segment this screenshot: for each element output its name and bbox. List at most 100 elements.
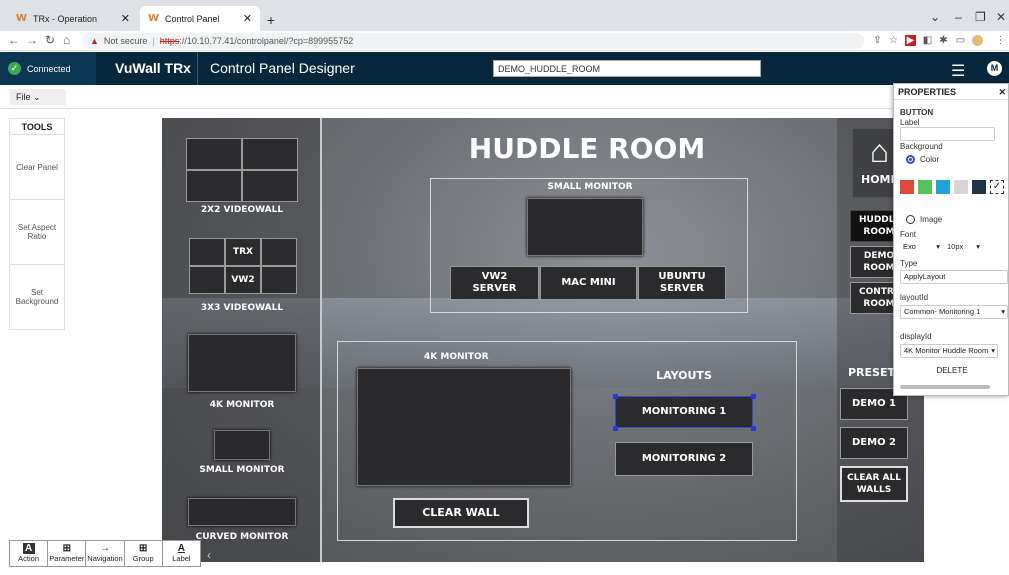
maximize-icon[interactable]: ❐ bbox=[975, 10, 986, 24]
url-field[interactable]: ▲ Not secure | https://10.10.77.41/contr… bbox=[82, 33, 864, 49]
forward-icon[interactable]: → bbox=[26, 33, 38, 47]
chevron-down-icon: ▾ bbox=[936, 242, 940, 251]
home-icon[interactable]: ⌂ bbox=[63, 33, 70, 47]
share-icon[interactable]: ⇪ bbox=[872, 35, 883, 46]
profile-icon[interactable] bbox=[972, 35, 983, 46]
add-group-button[interactable]: ⊞ Group bbox=[125, 541, 163, 566]
background-label: Background bbox=[900, 142, 943, 151]
source-vw2-server-button[interactable]: VW2 SERVER bbox=[450, 266, 539, 300]
pdf-extension-icon[interactable]: ▶ bbox=[905, 35, 916, 46]
color-option-label: Color bbox=[920, 155, 940, 164]
videowall-cell[interactable] bbox=[189, 266, 225, 294]
hamburger-menu-icon[interactable]: ☰ bbox=[951, 61, 965, 81]
color-radio[interactable] bbox=[906, 155, 915, 164]
tab-trx-operation[interactable]: W TRx - Operation ✕ bbox=[8, 6, 138, 31]
curved-monitor-widget[interactable] bbox=[188, 498, 296, 526]
font-label: Font bbox=[900, 230, 917, 239]
file-menu-button[interactable]: File ⌄ bbox=[10, 89, 66, 105]
custom-color-picker-icon[interactable]: ✓ bbox=[990, 180, 1004, 194]
extension-icon[interactable]: ◧ bbox=[922, 35, 933, 46]
font-size-select[interactable]: 10px ▾ bbox=[944, 241, 980, 255]
source-label: UBUNTU SERVER bbox=[658, 271, 706, 294]
sidebar-icon[interactable]: ▭ bbox=[955, 35, 966, 46]
back-icon[interactable]: ← bbox=[8, 33, 20, 47]
swatch-navy[interactable] bbox=[972, 180, 986, 194]
close-icon[interactable]: ✕ bbox=[998, 84, 1006, 100]
avatar[interactable]: M bbox=[987, 61, 1002, 76]
reload-icon[interactable]: ↻ bbox=[45, 33, 55, 47]
add-navigation-button[interactable]: → Navigation bbox=[86, 541, 125, 566]
set-aspect-ratio-button[interactable]: Set Aspect Ratio bbox=[10, 200, 64, 265]
collapse-arrow-icon[interactable]: ‹ bbox=[207, 548, 211, 562]
page-title: Control Panel Designer bbox=[210, 60, 355, 76]
type-input[interactable]: ApplyLayout bbox=[900, 270, 1008, 284]
resize-handle[interactable] bbox=[613, 426, 618, 431]
clear-panel-button[interactable]: Clear Panel bbox=[10, 135, 64, 200]
add-label-button[interactable]: A Label bbox=[163, 541, 200, 566]
close-tab-icon[interactable]: ✕ bbox=[243, 12, 252, 25]
swatch-gray[interactable] bbox=[954, 180, 968, 194]
preset-label: DEMO 1 bbox=[851, 398, 897, 409]
layoutid-value: Common- Monitoring 1 bbox=[904, 307, 981, 316]
monitor-4k-display[interactable] bbox=[357, 368, 571, 486]
font-family-value: Exo bbox=[903, 242, 916, 251]
displayid-label: displayId bbox=[900, 332, 932, 341]
source-mac-mini-button[interactable]: MAC MINI bbox=[540, 266, 637, 300]
chevron-down-icon: ▾ bbox=[1001, 307, 1005, 316]
videowall-cell[interactable] bbox=[189, 238, 225, 266]
url-path: ://10.10.77.41/controlpanel/?cp=89995575… bbox=[179, 36, 354, 46]
panel-scrollbar[interactable] bbox=[900, 385, 990, 389]
check-icon: ✓ bbox=[8, 62, 21, 75]
tab-search-icon[interactable]: ⌄ bbox=[930, 10, 940, 24]
resize-handle[interactable] bbox=[751, 394, 756, 399]
displayid-select[interactable]: 4K Monitor Huddle Room ▾ bbox=[900, 344, 998, 358]
puzzle-icon[interactable]: ✱ bbox=[938, 35, 949, 46]
close-tab-icon[interactable]: ✕ bbox=[121, 12, 130, 25]
font-family-select[interactable]: Exo ▾ bbox=[900, 241, 940, 255]
preset-label: CLEAR ALL WALLS bbox=[847, 473, 901, 495]
swatch-blue[interactable] bbox=[936, 180, 950, 194]
chevron-down-icon: ▾ bbox=[991, 346, 995, 355]
small-monitor-display[interactable] bbox=[527, 198, 643, 256]
videowall-cell[interactable] bbox=[186, 138, 242, 170]
minimize-icon[interactable]: – bbox=[955, 10, 962, 24]
source-label: MAC MINI bbox=[561, 277, 616, 288]
bookmark-star-icon[interactable]: ☆ bbox=[888, 35, 899, 46]
videowall-cell[interactable] bbox=[242, 138, 298, 170]
videowall-cell[interactable] bbox=[261, 266, 297, 294]
layout-monitoring-2-button[interactable]: MONITORING 2 bbox=[615, 442, 753, 476]
tool-label: Group bbox=[132, 554, 154, 563]
image-radio[interactable] bbox=[906, 215, 915, 224]
tools-panel: TOOLS Clear Panel Set Aspect Ratio Set B… bbox=[9, 118, 65, 330]
videowall-cell[interactable] bbox=[242, 170, 298, 202]
room-name-input[interactable] bbox=[493, 60, 761, 77]
add-action-button[interactable]: A Action bbox=[10, 541, 49, 566]
more-menu-icon[interactable]: ⋮ bbox=[995, 35, 1006, 46]
videowall-cell[interactable] bbox=[186, 170, 242, 202]
small-monitor-widget[interactable] bbox=[214, 430, 270, 460]
monitor-4k-label: 4K MONITOR bbox=[209, 400, 275, 410]
swatch-red[interactable] bbox=[900, 180, 914, 194]
videowall-cell[interactable] bbox=[261, 238, 297, 266]
preset-label: DEMO 2 bbox=[851, 437, 897, 448]
tab-control-panel[interactable]: W Control Panel ✕ bbox=[140, 6, 260, 31]
design-canvas[interactable]: 2X2 VIDEOWALL TRX VW2 3X3 VIDEOWALL 4K M… bbox=[162, 118, 924, 562]
clear-wall-button[interactable]: CLEAR WALL bbox=[393, 498, 529, 528]
type-label: Type bbox=[900, 259, 918, 268]
layoutid-select[interactable]: Common- Monitoring 1 ▾ bbox=[900, 305, 1008, 319]
layout-monitoring-1-button[interactable]: MONITORING 1 bbox=[615, 396, 753, 428]
resize-handle[interactable] bbox=[751, 426, 756, 431]
label-input[interactable] bbox=[900, 127, 995, 141]
clear-all-walls-button[interactable]: CLEAR ALL WALLS bbox=[840, 466, 908, 502]
delete-button[interactable]: DELETE bbox=[894, 366, 1009, 375]
close-window-icon[interactable]: ✕ bbox=[996, 10, 1006, 24]
new-tab-button[interactable]: + bbox=[262, 11, 280, 29]
cell-label-vw2: VW2 bbox=[231, 275, 255, 285]
monitor-4k-widget[interactable] bbox=[188, 334, 296, 392]
add-parameter-button[interactable]: ⊞ Parameter bbox=[48, 541, 87, 566]
set-background-button[interactable]: Set Background bbox=[10, 265, 64, 330]
swatch-green[interactable] bbox=[918, 180, 932, 194]
source-ubuntu-server-button[interactable]: UBUNTU SERVER bbox=[638, 266, 726, 300]
resize-handle[interactable] bbox=[613, 394, 618, 399]
preset-demo-2-button[interactable]: DEMO 2 bbox=[840, 427, 908, 459]
